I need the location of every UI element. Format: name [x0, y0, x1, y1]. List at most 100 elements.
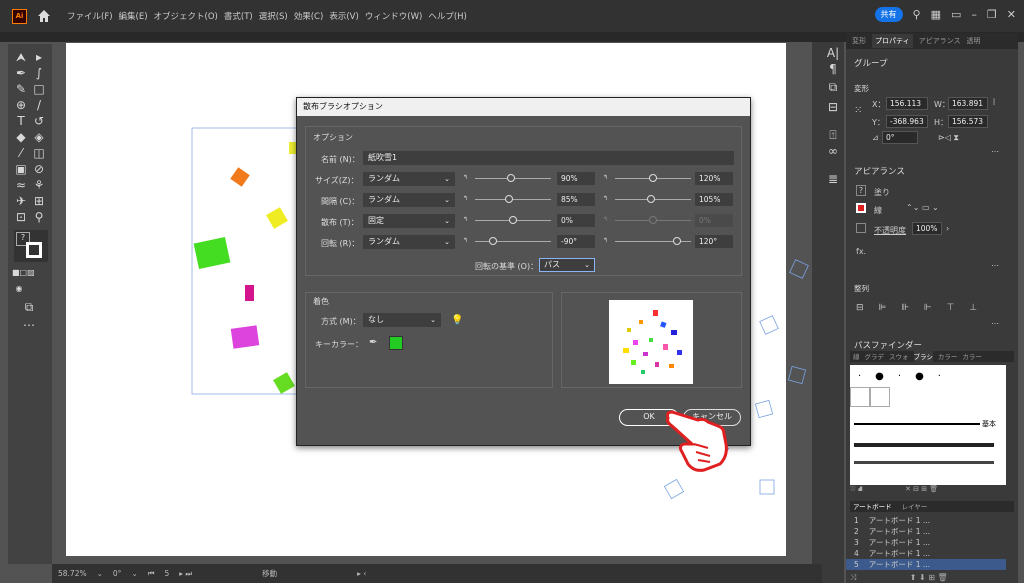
- artboard-footer-icons[interactable]: ⤨ ⬆ ⬇ ⊞ 🗑: [850, 573, 948, 583]
- artboard-number[interactable]: 5: [164, 569, 169, 578]
- opacity-label[interactable]: 不透明度: [874, 225, 906, 236]
- size-max-field[interactable]: 120%: [695, 172, 733, 185]
- export-panel-icon[interactable]: ⍐: [826, 128, 840, 142]
- size-min-knob[interactable]: [507, 174, 515, 182]
- tab-artboards[interactable]: アートボード: [853, 501, 892, 512]
- size-mode-select[interactable]: ランダム ⌄: [363, 172, 455, 186]
- rotation-min-icon: ↰: [463, 237, 469, 244]
- canvas-vertical-scrollbar[interactable]: [812, 42, 822, 564]
- tab-transparency[interactable]: 透明: [966, 36, 980, 46]
- confetti-yellow: [266, 207, 288, 229]
- fx-button[interactable]: fx.: [856, 247, 866, 256]
- brush-stroke-3[interactable]: [854, 461, 994, 464]
- opacity-arrow-icon[interactable]: ›: [946, 224, 949, 233]
- size-max-knob[interactable]: [649, 174, 657, 182]
- opacity-field[interactable]: 100%: [912, 222, 942, 235]
- tips-lightbulb-icon[interactable]: 💡: [451, 315, 463, 326]
- method-select[interactable]: なし ⌄: [363, 313, 441, 327]
- scatter-min-field[interactable]: 0%: [557, 214, 595, 227]
- flip-icon[interactable]: ⊳◁ ⧗: [938, 133, 959, 143]
- angle-field[interactable]: 0°: [882, 131, 918, 144]
- artboard-row[interactable]: 2 アートボード 1 ...: [846, 526, 1006, 537]
- pointing-hand-icon: [666, 410, 728, 472]
- width-field[interactable]: 163.891: [948, 97, 988, 110]
- stroke-swatch-icon[interactable]: [856, 203, 866, 213]
- links-panel-icon[interactable]: ∞: [826, 144, 840, 158]
- key-color-eyedropper-icon[interactable]: ✒: [369, 337, 377, 348]
- artboard-row-selected[interactable]: 5 アートボード 1 ...: [846, 559, 1006, 570]
- y-field[interactable]: -368.963: [886, 115, 928, 128]
- scatter-mode-select[interactable]: 固定 ⌄: [363, 214, 455, 228]
- angle-icon: ⊿: [872, 133, 879, 142]
- rotation-max-knob[interactable]: [673, 237, 681, 245]
- more-options-icon[interactable]: ⋯: [991, 261, 999, 270]
- height-field[interactable]: 156.573: [948, 115, 988, 128]
- tab-brushes[interactable]: ブラシ: [913, 351, 933, 362]
- scatter-min-knob[interactable]: [509, 216, 517, 224]
- scatter-max-icon: ↰: [603, 216, 609, 223]
- rotation-mode-select[interactable]: ランダム ⌄: [363, 235, 455, 249]
- more-options-icon[interactable]: ⋯: [991, 319, 999, 328]
- brush-dots[interactable]: ·●·●·: [858, 371, 955, 382]
- rotation-max-field[interactable]: 120°: [695, 235, 733, 248]
- tab-color-guide[interactable]: カラー: [962, 351, 982, 362]
- paragraph-panel-icon[interactable]: ¶: [826, 62, 840, 76]
- artboard-nav-first-icon[interactable]: ⏮: [148, 569, 155, 579]
- tab-properties[interactable]: プロパティ: [872, 34, 913, 48]
- artboard-row[interactable]: 3 アートボード 1 ...: [846, 537, 1006, 548]
- rotation-min-slider[interactable]: [475, 241, 551, 242]
- more-options-icon[interactable]: ⋯: [991, 147, 999, 156]
- spacing-max-field[interactable]: 105%: [695, 193, 733, 206]
- brush-stroke-2[interactable]: [854, 443, 994, 447]
- brush-cell: [870, 387, 890, 407]
- artboards-panel-icon[interactable]: ≣: [826, 172, 840, 186]
- zoom-level[interactable]: 58.72%: [58, 569, 87, 578]
- tab-gradient[interactable]: グラデ: [865, 351, 885, 362]
- artboard-row[interactable]: 4 アートボード 1 ...: [846, 548, 1006, 559]
- status-arrow-icon[interactable]: ▸ ‹: [357, 569, 366, 578]
- rotation-min-knob[interactable]: [489, 237, 497, 245]
- align-buttons[interactable]: ⊟ ⊫ ⊪ ⊩ ⊤ ⊥: [856, 303, 983, 313]
- fill-swatch-icon[interactable]: ?: [856, 185, 866, 196]
- brush-preview: [609, 300, 693, 384]
- brush-library[interactable]: ·●·●· 基本: [850, 365, 1006, 485]
- spacing-min-knob[interactable]: [505, 195, 513, 203]
- spacing-min-slider[interactable]: [475, 199, 551, 200]
- character-panel-icon[interactable]: A|: [826, 46, 840, 60]
- artboard-nav-next-icon[interactable]: ▸ ⏭: [179, 569, 192, 579]
- basic-brush-stroke[interactable]: [854, 423, 980, 425]
- key-color-swatch[interactable]: [389, 336, 403, 350]
- spacing-mode-select[interactable]: ランダム ⌄: [363, 193, 455, 207]
- rotation-base-label: 回転の基準 (O)：: [475, 262, 539, 271]
- tab-appearance[interactable]: アピアランス: [919, 36, 961, 46]
- link-proportions-icon[interactable]: ⧘: [993, 97, 995, 108]
- layers-panel-icon[interactable]: ⧉: [826, 80, 840, 94]
- spacing-min-icon: ↰: [463, 195, 469, 202]
- size-min-field[interactable]: 90%: [557, 172, 595, 185]
- brush-cell: [850, 387, 870, 407]
- spacing-min-field[interactable]: 85%: [557, 193, 595, 206]
- rotation-max-icon: ↰: [603, 237, 609, 244]
- x-field[interactable]: 156.113: [886, 97, 928, 110]
- artboard-layer-tabs: アートボード レイヤー: [850, 501, 1014, 512]
- rotation-value[interactable]: 0°: [113, 569, 122, 578]
- artboard-row[interactable]: 1 アートボード 1 ...: [846, 515, 1006, 526]
- outline-piece: [789, 259, 809, 279]
- tab-color[interactable]: カラー: [938, 351, 958, 362]
- libraries-panel-icon[interactable]: ⊟: [826, 100, 840, 114]
- rotation-min-field[interactable]: -90°: [557, 235, 595, 248]
- tab-transform[interactable]: 変形: [852, 36, 866, 46]
- status-bar: 58.72% ⌄ 0° ⌄ ⏮ 5 ▸ ⏭ 移動 ▸ ‹: [52, 564, 822, 583]
- scatter-max-knob: [649, 216, 657, 224]
- spacing-max-knob[interactable]: [647, 195, 655, 203]
- brush-library-footer[interactable]: ⛆ ⛘ ✕ ⊟ ⊞ 🗑: [850, 485, 1014, 495]
- name-field[interactable]: 紙吹雪1: [363, 151, 734, 165]
- status-mode[interactable]: 移動: [262, 568, 277, 579]
- stroke-weight-stepper[interactable]: ⌃⌄ ▭ ⌄: [906, 203, 939, 212]
- rotation-base-select[interactable]: パス ⌄: [539, 258, 595, 272]
- transform-heading: 変形: [854, 84, 869, 93]
- tab-layers[interactable]: レイヤー: [902, 501, 928, 512]
- tab-stroke[interactable]: 線: [853, 351, 860, 362]
- tab-swatches[interactable]: スウォ: [889, 351, 909, 362]
- reference-point-icon[interactable]: ⁙: [854, 105, 862, 116]
